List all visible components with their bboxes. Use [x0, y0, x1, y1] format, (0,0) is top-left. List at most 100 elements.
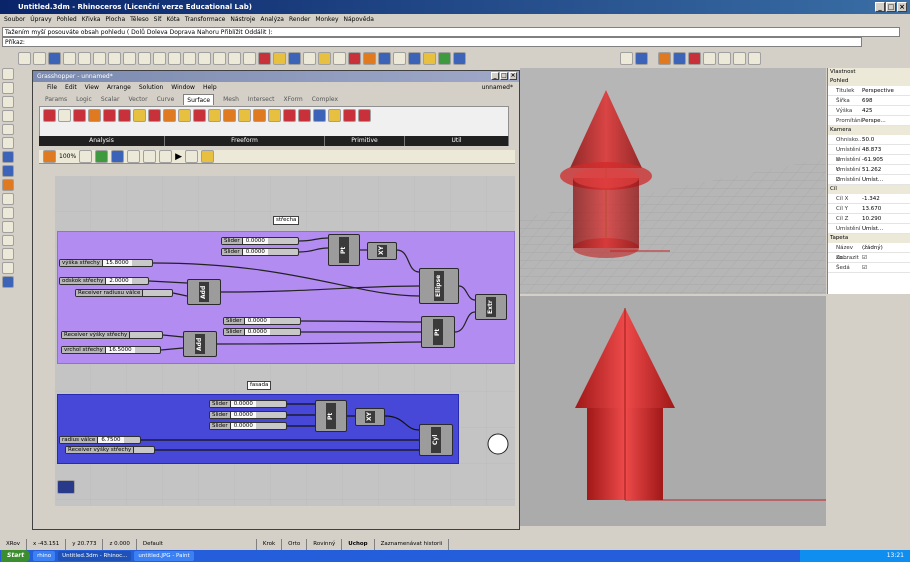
bulb-icon[interactable]: [318, 52, 331, 65]
circle-icon[interactable]: [2, 137, 14, 150]
render-icon[interactable]: [363, 52, 376, 65]
close-icon[interactable]: ×: [897, 2, 907, 12]
zoom-level[interactable]: 100%: [59, 153, 76, 160]
ribbon-edge-icon[interactable]: [208, 109, 221, 122]
viewport-layout-icon[interactable]: [703, 52, 716, 65]
dial-widget[interactable]: [487, 433, 509, 455]
prop-value[interactable]: -1.342: [858, 194, 910, 203]
tab-surface[interactable]: Surface: [183, 94, 215, 105]
lock-icon[interactable]: [333, 52, 346, 65]
split-icon[interactable]: [2, 262, 14, 275]
boolean-icon[interactable]: [2, 220, 14, 233]
gh-menu-arrange[interactable]: Arrange: [107, 82, 131, 93]
properties-icon[interactable]: [303, 52, 316, 65]
environment-icon[interactable]: [408, 52, 421, 65]
ribbon-cone-icon[interactable]: [283, 109, 296, 122]
polyline-icon[interactable]: [2, 109, 14, 122]
rotate-view-icon[interactable]: [168, 52, 181, 65]
preview-icon[interactable]: [95, 150, 109, 163]
redo-icon[interactable]: [138, 52, 151, 65]
toggle-history[interactable]: Zaznamenávat historii: [375, 539, 450, 550]
status-layer[interactable]: Default: [137, 539, 257, 550]
tab-curve[interactable]: Curve: [157, 94, 175, 105]
ribbon-curvature-icon[interactable]: [43, 109, 56, 122]
open-file-icon[interactable]: [33, 52, 46, 65]
gh-menu-window[interactable]: Window: [171, 82, 195, 93]
zoom-extents-icon[interactable]: [79, 150, 93, 163]
ribbon-join-icon[interactable]: [358, 109, 371, 122]
dimension-icon[interactable]: [2, 192, 14, 205]
sphere-icon[interactable]: [378, 52, 391, 65]
prop-value[interactable]: 51.262: [858, 165, 910, 174]
material-icon[interactable]: [393, 52, 406, 65]
zoom-icon[interactable]: [183, 52, 196, 65]
gh-menu-view[interactable]: View: [85, 82, 99, 93]
curve-icon[interactable]: [2, 95, 14, 108]
prop-value[interactable]: -61.905: [858, 155, 910, 164]
help-icon[interactable]: [453, 52, 466, 65]
menu-upravy[interactable]: Úpravy: [30, 14, 51, 26]
brush-icon[interactable]: [43, 150, 56, 163]
close-icon[interactable]: ×: [509, 72, 517, 80]
tools-icon[interactable]: [423, 52, 436, 65]
tab-vector[interactable]: Vector: [128, 94, 147, 105]
gh-menu-edit[interactable]: Edit: [65, 82, 77, 93]
surface-icon[interactable]: [2, 151, 14, 164]
play-icon[interactable]: ▶: [175, 152, 182, 162]
camera-icon[interactable]: [733, 52, 746, 65]
tab-xform[interactable]: XForm: [283, 94, 302, 105]
paste-icon[interactable]: [108, 52, 121, 65]
command-prompt[interactable]: Příkaz:: [2, 37, 862, 47]
menu-transformace[interactable]: Transformace: [185, 14, 226, 26]
snap-icon[interactable]: [620, 52, 633, 65]
prop-value[interactable]: 698: [858, 96, 910, 105]
ribbon-closest-icon[interactable]: [103, 109, 116, 122]
render-settings-icon[interactable]: [673, 52, 686, 65]
projection-dropdown[interactable]: Perspe...: [858, 116, 910, 125]
maximize-icon[interactable]: □: [500, 72, 508, 80]
capture-icon[interactable]: [748, 52, 761, 65]
ribbon-loft-icon[interactable]: [133, 109, 146, 122]
place-camera-button[interactable]: Umíst...: [858, 175, 910, 184]
arc-icon[interactable]: [2, 123, 14, 136]
undo-icon[interactable]: [123, 52, 136, 65]
menu-analyza[interactable]: Analýza: [260, 14, 284, 26]
minimize-icon[interactable]: _: [875, 2, 885, 12]
minimize-icon[interactable]: _: [491, 72, 499, 80]
point-icon[interactable]: [2, 81, 14, 94]
ribbon-volume-icon[interactable]: [73, 109, 86, 122]
prop-value[interactable]: 50.0: [858, 135, 910, 144]
menu-sit[interactable]: Síť: [154, 14, 162, 26]
ribbon-flip-icon[interactable]: [343, 109, 356, 122]
viewport-front[interactable]: [520, 296, 826, 526]
tab-scalar[interactable]: Scalar: [101, 94, 120, 105]
start-button[interactable]: Start: [1, 550, 31, 562]
menu-kota[interactable]: Kóta: [166, 14, 179, 26]
place-target-button[interactable]: Umíst...: [858, 224, 910, 233]
tab-complex[interactable]: Complex: [312, 94, 338, 105]
menu-napoveda[interactable]: Nápověda: [344, 14, 374, 26]
ribbon-plane-icon[interactable]: [298, 109, 311, 122]
task-rhino-folder[interactable]: rhino: [33, 551, 56, 561]
light-icon[interactable]: [273, 52, 286, 65]
prop-value[interactable]: 425: [858, 106, 910, 115]
menu-teleso[interactable]: Těleso: [130, 14, 149, 26]
prop-value[interactable]: 13.670: [858, 204, 910, 213]
prop-value[interactable]: (žádný): [858, 243, 910, 252]
sketch-icon[interactable]: [111, 150, 125, 163]
ribbon-patch-icon[interactable]: [193, 109, 206, 122]
mesh-icon[interactable]: [2, 179, 14, 191]
gray-checkbox[interactable]: ☑: [858, 263, 910, 272]
bake-icon[interactable]: [185, 150, 199, 163]
print-icon[interactable]: [63, 52, 76, 65]
task-rhino-window[interactable]: Untitled.3dm - Rhinoc...: [58, 551, 132, 561]
render-sphere-icon[interactable]: [688, 52, 701, 65]
menu-soubor[interactable]: Soubor: [4, 14, 25, 26]
menu-render[interactable]: Render: [289, 14, 310, 26]
wireframe-icon[interactable]: [143, 150, 157, 163]
selected-only-icon[interactable]: [159, 150, 173, 163]
tab-logic[interactable]: Logic: [76, 94, 92, 105]
ribbon-isotrim-icon[interactable]: [328, 109, 341, 122]
prop-value[interactable]: Perspective: [858, 86, 910, 95]
zoom-window-icon[interactable]: [198, 52, 211, 65]
